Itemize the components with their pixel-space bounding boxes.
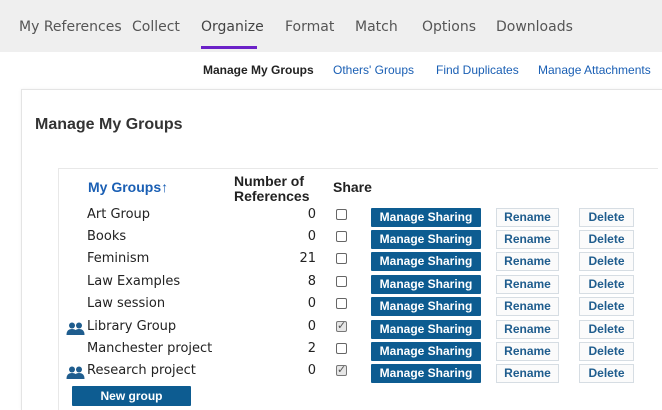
rename-button[interactable]: Rename [496,297,559,316]
reference-count: 0 [307,207,316,222]
rename-button[interactable]: Rename [496,320,559,339]
delete-button[interactable]: Delete [579,320,634,339]
delete-button[interactable]: Delete [579,230,634,249]
reference-count: 2 [307,341,316,356]
manage-sharing-button[interactable]: Manage Sharing [371,297,481,316]
shared-group-icon [66,322,85,335]
delete-button[interactable]: Delete [579,208,634,227]
group-name-library-group: Library Group [87,319,177,334]
manage-sharing-button[interactable]: Manage Sharing [371,230,481,249]
delete-button[interactable]: Delete [579,252,634,271]
tab-organize[interactable]: Organize [201,19,264,35]
new-group-button[interactable]: New group [72,386,191,406]
rename-button[interactable]: Rename [496,252,559,271]
group-name-manchester-project: Manchester project [87,341,213,356]
share-checkbox[interactable] [336,209,347,220]
rename-button[interactable]: Rename [496,208,559,227]
share-checkbox[interactable] [336,319,347,332]
share-checkbox[interactable] [336,231,347,242]
share-checkbox[interactable] [336,253,347,264]
rename-button[interactable]: Rename [496,342,559,361]
tab-collect[interactable]: Collect [132,19,180,35]
subnav-manage-my-groups[interactable]: Manage My Groups [203,63,314,77]
reference-count: 8 [307,274,316,289]
share-checkbox[interactable] [336,298,347,309]
tab-match[interactable]: Match [355,19,398,35]
references-header-line2: References [234,188,310,204]
reference-count: 0 [307,319,316,334]
manage-sharing-button[interactable]: Manage Sharing [371,364,481,383]
group-name-feminism: Feminism [87,251,150,266]
share-checkbox[interactable] [336,363,347,376]
group-name-art-group: Art Group [87,207,151,222]
tab-my-references[interactable]: My References [19,19,122,35]
subnav-manage-attachments[interactable]: Manage Attachments [538,63,651,77]
tab-format[interactable]: Format [285,19,334,35]
rename-button[interactable]: Rename [496,230,559,249]
tab-downloads[interactable]: Downloads [496,19,573,35]
share-header: Share [333,179,372,195]
delete-button[interactable]: Delete [579,364,634,383]
share-checkbox[interactable] [336,343,347,354]
reference-count: 0 [307,363,316,378]
reference-count: 0 [307,296,316,311]
rename-button[interactable]: Rename [496,275,559,294]
group-name-research-project: Research project [87,363,196,378]
references-header-line1: Number of [234,173,304,189]
share-checkbox[interactable] [336,276,347,287]
group-name-law-session: Law session [87,296,166,311]
manage-sharing-button[interactable]: Manage Sharing [371,208,481,227]
delete-button[interactable]: Delete [579,342,634,361]
group-name-books: Books [87,229,127,244]
group-name-law-examples: Law Examples [87,274,181,289]
tab-options[interactable]: Options [422,19,476,35]
delete-button[interactable]: Delete [579,297,634,316]
active-tab-indicator [201,46,257,49]
reference-count: 21 [299,251,316,266]
manage-sharing-button[interactable]: Manage Sharing [371,342,481,361]
manage-sharing-button[interactable]: Manage Sharing [371,320,481,339]
sort-by-group-header[interactable]: My Groups↑ [88,180,168,195]
main-navigation: My References Collect Organize Format Ma… [0,0,662,52]
subnav-others-groups[interactable]: Others' Groups [333,63,414,77]
manage-sharing-button[interactable]: Manage Sharing [371,252,481,271]
page-title: Manage My Groups [35,116,183,133]
delete-button[interactable]: Delete [579,275,634,294]
rename-button[interactable]: Rename [496,364,559,383]
reference-count: 0 [307,229,316,244]
subnav-find-duplicates[interactable]: Find Duplicates [436,63,519,77]
shared-group-icon [66,366,85,379]
manage-sharing-button[interactable]: Manage Sharing [371,275,481,294]
